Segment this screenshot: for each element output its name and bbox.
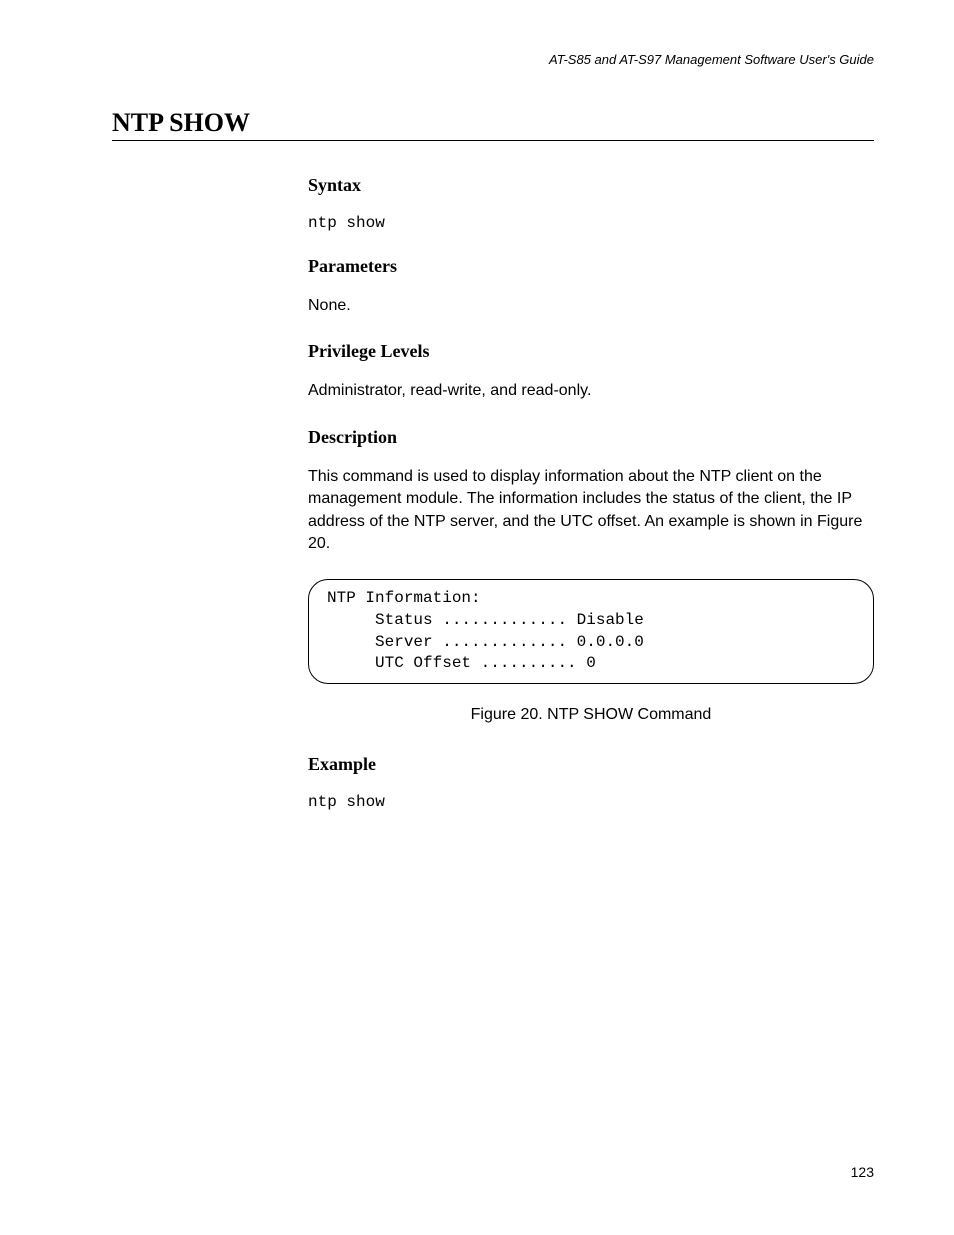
- description-text: This command is used to display informat…: [308, 466, 874, 556]
- content-region: Syntax ntp show Parameters None. Privile…: [308, 175, 874, 835]
- parameters-heading: Parameters: [308, 256, 874, 277]
- figure-caption: Figure 20. NTP SHOW Command: [308, 706, 874, 724]
- example-code: ntp show: [308, 793, 874, 811]
- syntax-heading: Syntax: [308, 175, 874, 196]
- title-rule: [112, 140, 874, 141]
- syntax-code: ntp show: [308, 214, 874, 232]
- example-heading: Example: [308, 754, 874, 775]
- figure-output-box: NTP Information: Status ............. Di…: [308, 579, 874, 683]
- header-guide-title: AT-S85 and AT-S97 Management Software Us…: [549, 52, 874, 67]
- page-title: NTP SHOW: [112, 108, 250, 138]
- page-number: 123: [851, 1164, 874, 1180]
- privilege-heading: Privilege Levels: [308, 341, 874, 362]
- privilege-text: Administrator, read-write, and read-only…: [308, 380, 874, 402]
- parameters-text: None.: [308, 295, 874, 317]
- description-heading: Description: [308, 427, 874, 448]
